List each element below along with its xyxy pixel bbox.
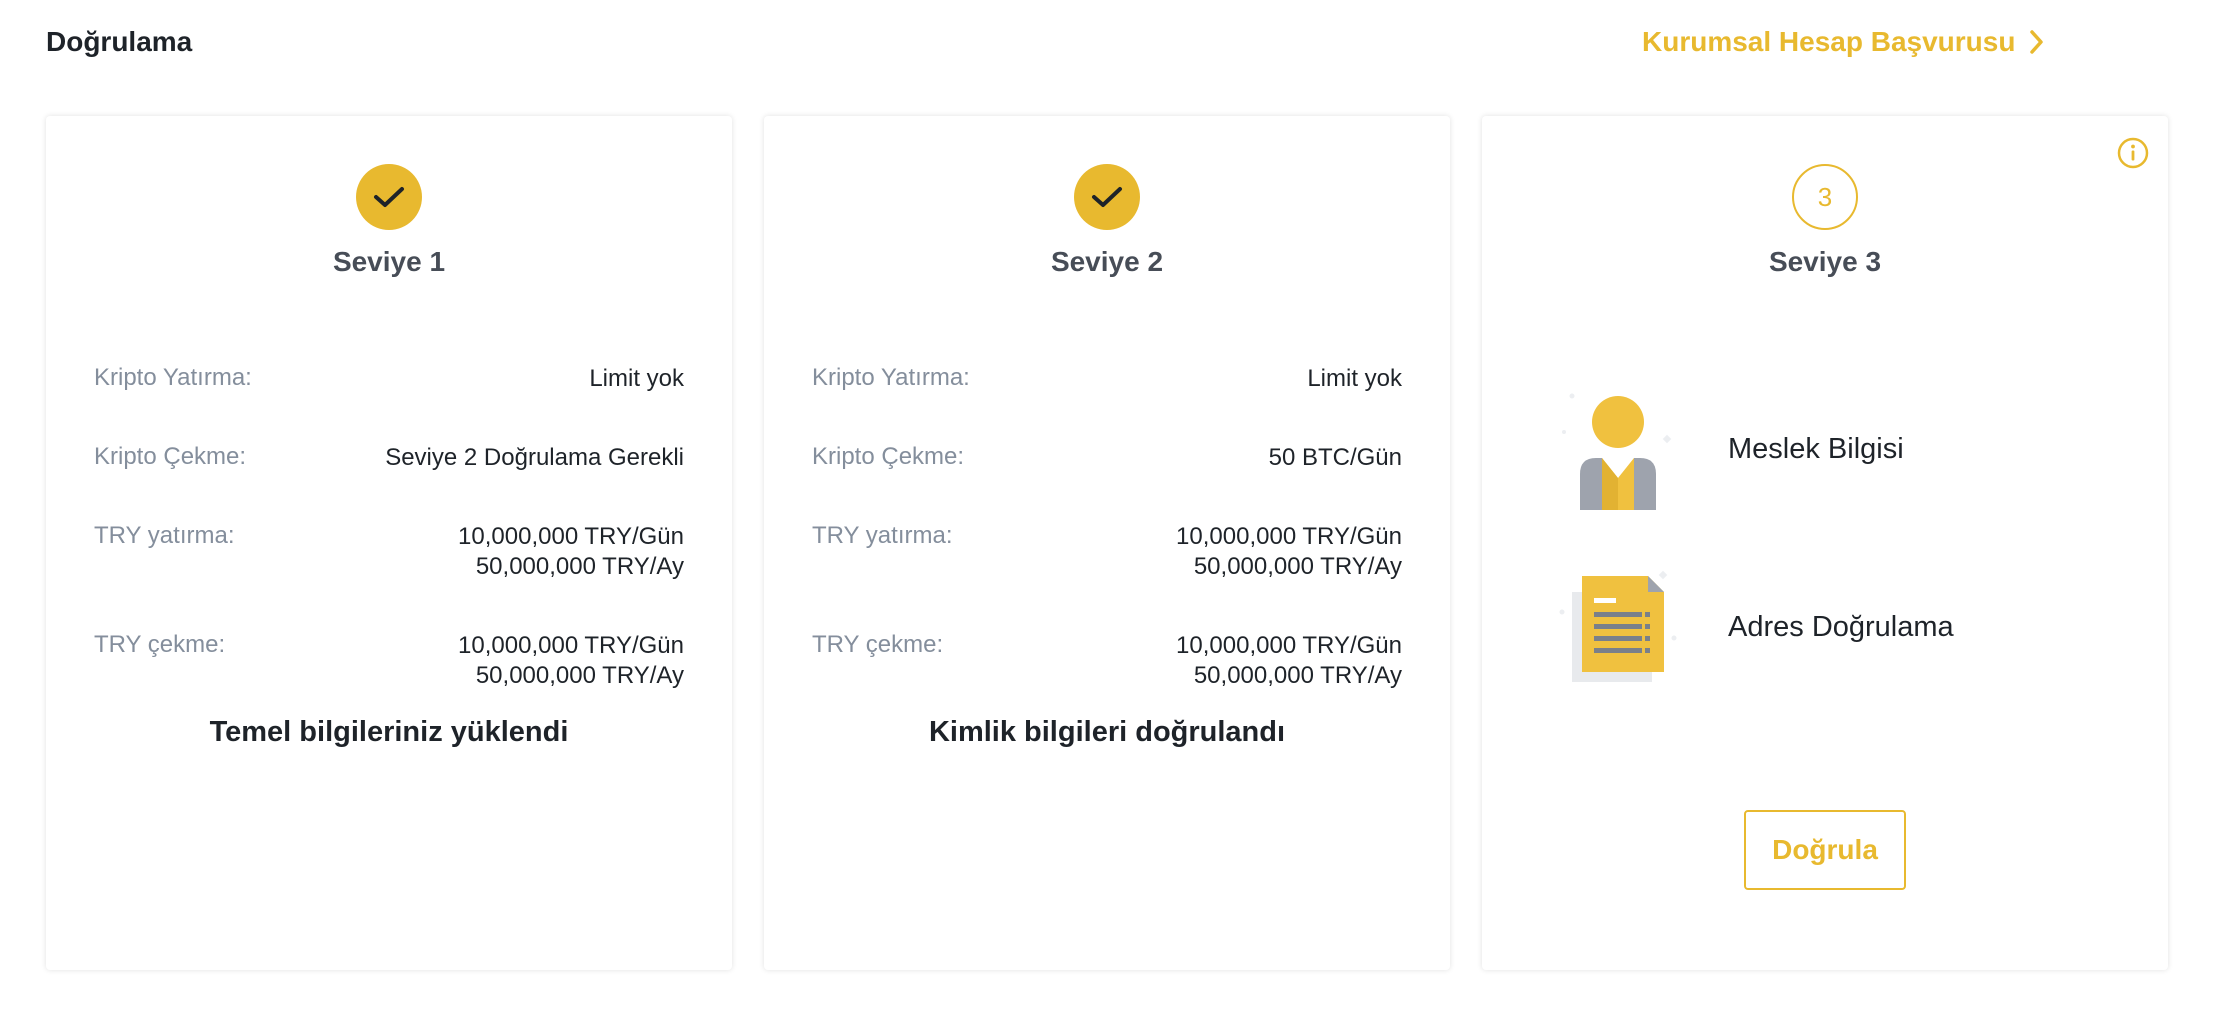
row-value: 10,000,000 TRY/Gün 50,000,000 TRY/Ay [458, 631, 684, 691]
monthly-limit: 50,000,000 TRY/Ay [475, 553, 684, 580]
row-label: TRY yatırma: [812, 522, 953, 549]
corporate-link-label: Kurumsal Hesap Başvurusu [1642, 26, 2016, 57]
daily-limit: 10,000,000 TRY/Gün [458, 523, 684, 550]
level-title: Seviye 1 [332, 246, 446, 277]
requirement-address: Adres Doğrulama [1552, 562, 1954, 692]
row-value: 10,000,000 TRY/Gün 50,000,000 TRY/Ay [1176, 522, 1402, 582]
requirement-label: Adres Doğrulama [1728, 610, 1954, 643]
row-value: 10,000,000 TRY/Gün 50,000,000 TRY/Ay [1176, 631, 1402, 691]
row-label: Kripto Çekme: [94, 443, 247, 470]
row-label: Kripto Yatırma: [812, 364, 970, 391]
monthly-limit: 50,000,000 TRY/Ay [1193, 553, 1402, 580]
document-icon [1559, 570, 1677, 682]
level-1-card: Seviye 1 Kripto Yatırma: Limit yok Kript… [46, 116, 732, 970]
monthly-limit: 50,000,000 TRY/Ay [475, 662, 684, 689]
row-value: 50 BTC/Gün [1268, 444, 1402, 471]
daily-limit: 10,000,000 TRY/Gün [1176, 632, 1402, 659]
chevron-right-icon [2030, 30, 2044, 54]
level-3-card: 3 Seviye 3 Meslek Bilgisi Adres Doğrulam… [1482, 116, 2168, 970]
info-icon[interactable] [2116, 136, 2150, 170]
check-badge-icon [356, 164, 422, 230]
level-title: Seviye 3 [1768, 246, 1882, 277]
row-value: Limit yok [589, 365, 684, 392]
requirement-label: Meslek Bilgisi [1728, 432, 1904, 465]
level-2-card: Seviye 2 Kripto Yatırma: Limit yok Kript… [764, 116, 1450, 970]
corporate-account-link[interactable]: Kurumsal Hesap Başvurusu [1642, 26, 2045, 58]
row-label: TRY çekme: [94, 631, 226, 658]
page-title: Doğrulama [46, 26, 193, 57]
verify-button[interactable]: Doğrula [1744, 810, 1906, 890]
row-value: Seviye 2 Doğrulama Gerekli [385, 444, 684, 471]
daily-limit: 10,000,000 TRY/Gün [1176, 523, 1402, 550]
level-title: Seviye 2 [1050, 246, 1164, 277]
daily-limit: 10,000,000 TRY/Gün [458, 632, 684, 659]
row-label: Kripto Yatırma: [94, 364, 252, 391]
row-label: Kripto Çekme: [812, 443, 965, 470]
person-icon [1562, 393, 1672, 510]
row-value: 10,000,000 TRY/Gün 50,000,000 TRY/Ay [458, 522, 684, 582]
row-value: Limit yok [1307, 365, 1402, 392]
requirement-occupation: Meslek Bilgisi [1552, 384, 1904, 514]
level-status-text: Temel bilgileriniz yüklendi [209, 716, 569, 748]
row-label: TRY yatırma: [94, 522, 235, 549]
row-label: TRY çekme: [812, 631, 944, 658]
level-status-text: Kimlik bilgileri doğrulandı [928, 716, 1286, 748]
check-badge-icon [1074, 164, 1140, 230]
monthly-limit: 50,000,000 TRY/Ay [1193, 662, 1402, 689]
level-number-badge: 3 [1792, 164, 1858, 230]
